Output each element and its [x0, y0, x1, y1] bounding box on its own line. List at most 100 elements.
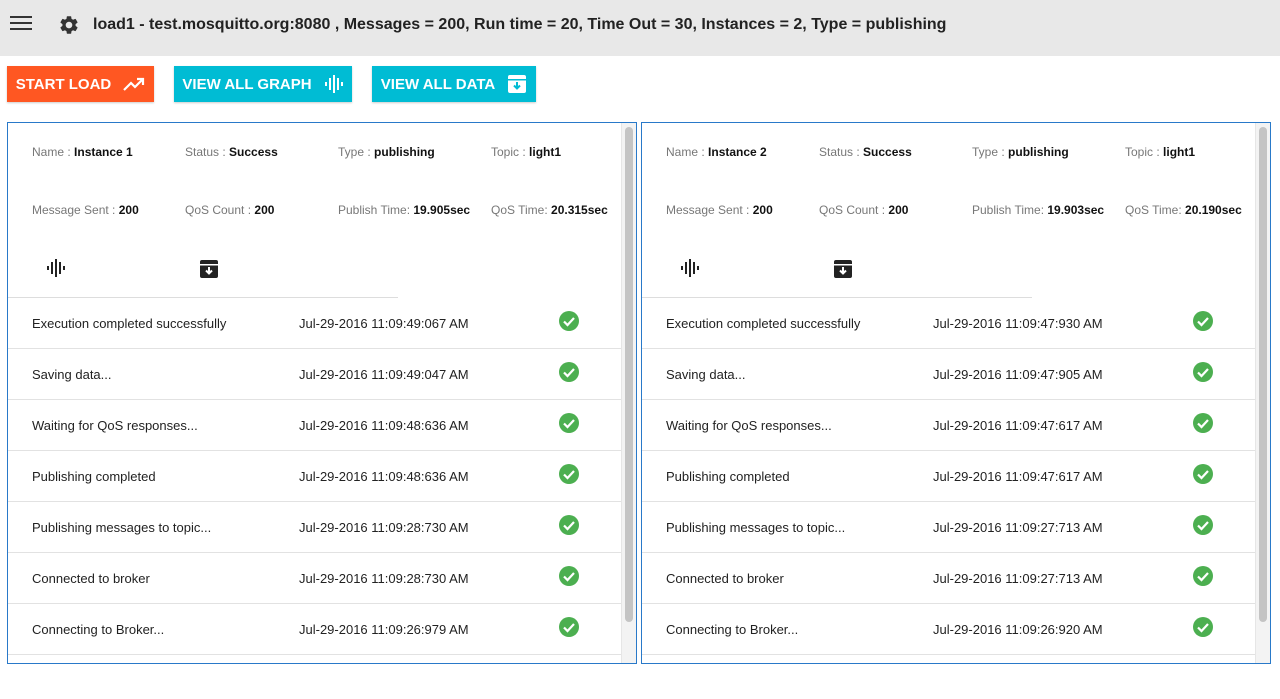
status-field: Status : Success [819, 145, 912, 159]
check-circle-icon [559, 413, 579, 433]
log-row: Connected to broker Jul-29-2016 11:09:28… [8, 553, 622, 604]
archive-download-icon[interactable] [833, 259, 853, 279]
log-message: Waiting for QoS responses... [666, 418, 832, 433]
scrollbar[interactable] [1255, 123, 1270, 663]
start-load-button[interactable]: START LOAD [7, 66, 154, 102]
qos-count-field: QoS Count : 200 [819, 203, 909, 217]
log-timestamp: Jul-29-2016 11:09:47:930 AM [933, 316, 1103, 331]
log-timestamp: Jul-29-2016 11:09:27:713 AM [933, 571, 1103, 586]
message-sent-field: Message Sent : 200 [32, 203, 139, 217]
gear-icon[interactable] [58, 14, 80, 36]
message-sent-value: 200 [752, 203, 773, 217]
log-timestamp: Jul-29-2016 11:09:28:730 AM [299, 571, 469, 586]
check-circle-icon [1193, 464, 1213, 484]
publish-time-value: 19.903sec [1047, 203, 1105, 217]
check-circle-icon [1193, 413, 1213, 433]
waveform-icon[interactable] [680, 259, 700, 277]
check-circle-icon [1193, 566, 1213, 586]
log-message: Connecting to Broker... [32, 622, 165, 637]
status-value: Success [863, 145, 912, 159]
check-circle-icon [559, 617, 579, 637]
log-row: Execution completed successfully Jul-29-… [8, 298, 622, 349]
log-list: Execution completed successfully Jul-29-… [8, 298, 622, 655]
topic-value: light1 [1163, 145, 1196, 159]
view-all-graph-label: VIEW ALL GRAPH [182, 75, 312, 93]
log-message: Execution completed successfully [666, 316, 861, 331]
type-value: publishing [1008, 145, 1069, 159]
qos-count-field: QoS Count : 200 [185, 203, 275, 217]
type-value: publishing [374, 145, 435, 159]
view-all-data-label: VIEW ALL DATA [380, 75, 496, 93]
log-timestamp: Jul-29-2016 11:09:28:730 AM [299, 520, 469, 535]
log-row: Publishing completed Jul-29-2016 11:09:4… [642, 451, 1256, 502]
hamburger-menu-icon[interactable] [10, 15, 32, 33]
log-row: Saving data... Jul-29-2016 11:09:47:905 … [642, 349, 1256, 400]
log-row: Publishing messages to topic... Jul-29-2… [642, 502, 1256, 553]
log-message: Connected to broker [666, 571, 784, 586]
log-row: Publishing completed Jul-29-2016 11:09:4… [8, 451, 622, 502]
check-circle-icon [559, 566, 579, 586]
log-message: Publishing completed [666, 469, 790, 484]
check-circle-icon [1193, 617, 1213, 637]
log-timestamp: Jul-29-2016 11:09:49:047 AM [299, 367, 469, 382]
instance-name: Instance 1 [74, 145, 133, 159]
page-title: load1 - test.mosquitto.org:8080 , Messag… [93, 16, 947, 33]
topic-value: light1 [529, 145, 562, 159]
instance-panel-2: Name : Instance 2 Status : Success Type … [641, 122, 1271, 664]
status-field: Status : Success [185, 145, 278, 159]
type-field: Type : publishing [338, 145, 435, 159]
log-row: Connecting to Broker... Jul-29-2016 11:0… [642, 604, 1256, 655]
log-timestamp: Jul-29-2016 11:09:47:617 AM [933, 418, 1103, 433]
trending-up-icon [123, 77, 145, 91]
topic-field: Topic : light1 [491, 145, 562, 159]
scroll-thumb[interactable] [625, 127, 633, 622]
publish-time-field: Publish Time: 19.905sec [338, 203, 471, 217]
log-row: Waiting for QoS responses... Jul-29-2016… [8, 400, 622, 451]
instance-name-field: Name : Instance 1 [32, 145, 133, 159]
check-circle-icon [1193, 311, 1213, 331]
view-all-graph-button[interactable]: VIEW ALL GRAPH [174, 66, 352, 102]
publish-time-field: Publish Time: 19.903sec [972, 203, 1105, 217]
log-row: Connected to broker Jul-29-2016 11:09:27… [642, 553, 1256, 604]
log-timestamp: Jul-29-2016 11:09:27:713 AM [933, 520, 1103, 535]
log-timestamp: Jul-29-2016 11:09:49:067 AM [299, 316, 469, 331]
top-bar: load1 - test.mosquitto.org:8080 , Messag… [0, 0, 1280, 56]
log-row: Connecting to Broker... Jul-29-2016 11:0… [8, 604, 622, 655]
qos-time-field: QoS Time: 20.315sec [491, 203, 608, 217]
check-circle-icon [559, 515, 579, 535]
message-sent-field: Message Sent : 200 [666, 203, 773, 217]
check-circle-icon [1193, 362, 1213, 382]
scrollbar[interactable] [621, 123, 636, 663]
log-row: Execution completed successfully Jul-29-… [642, 298, 1256, 349]
log-timestamp: Jul-29-2016 11:09:26:979 AM [299, 622, 469, 637]
instance-panel-1: Name : Instance 1 Status : Success Type … [7, 122, 637, 664]
log-message: Connecting to Broker... [666, 622, 799, 637]
check-circle-icon [559, 362, 579, 382]
log-message: Connected to broker [32, 571, 150, 586]
log-row: Publishing messages to topic... Jul-29-2… [8, 502, 622, 553]
log-timestamp: Jul-29-2016 11:09:47:617 AM [933, 469, 1103, 484]
qos-count-value: 200 [888, 203, 909, 217]
view-all-data-button[interactable]: VIEW ALL DATA [372, 66, 536, 102]
scroll-thumb[interactable] [1259, 127, 1267, 622]
log-timestamp: Jul-29-2016 11:09:48:636 AM [299, 418, 469, 433]
log-list: Execution completed successfully Jul-29-… [642, 298, 1256, 655]
instance-name: Instance 2 [708, 145, 767, 159]
log-timestamp: Jul-29-2016 11:09:47:905 AM [933, 367, 1103, 382]
qos-time-value: 20.190sec [1185, 203, 1242, 217]
archive-download-icon[interactable] [199, 259, 219, 279]
start-load-label: START LOAD [15, 75, 112, 93]
log-timestamp: Jul-29-2016 11:09:26:920 AM [933, 622, 1103, 637]
type-field: Type : publishing [972, 145, 1069, 159]
instance-name-field: Name : Instance 2 [666, 145, 767, 159]
waveform-icon[interactable] [46, 259, 66, 277]
log-message: Publishing messages to topic... [32, 520, 212, 535]
status-value: Success [229, 145, 278, 159]
log-message: Saving data... [666, 367, 746, 382]
log-message: Publishing completed [32, 469, 156, 484]
log-message: Waiting for QoS responses... [32, 418, 198, 433]
qos-time-value: 20.315sec [551, 203, 608, 217]
qos-time-field: QoS Time: 20.190sec [1125, 203, 1242, 217]
log-message: Publishing messages to topic... [666, 520, 846, 535]
archive-download-icon [508, 75, 527, 93]
